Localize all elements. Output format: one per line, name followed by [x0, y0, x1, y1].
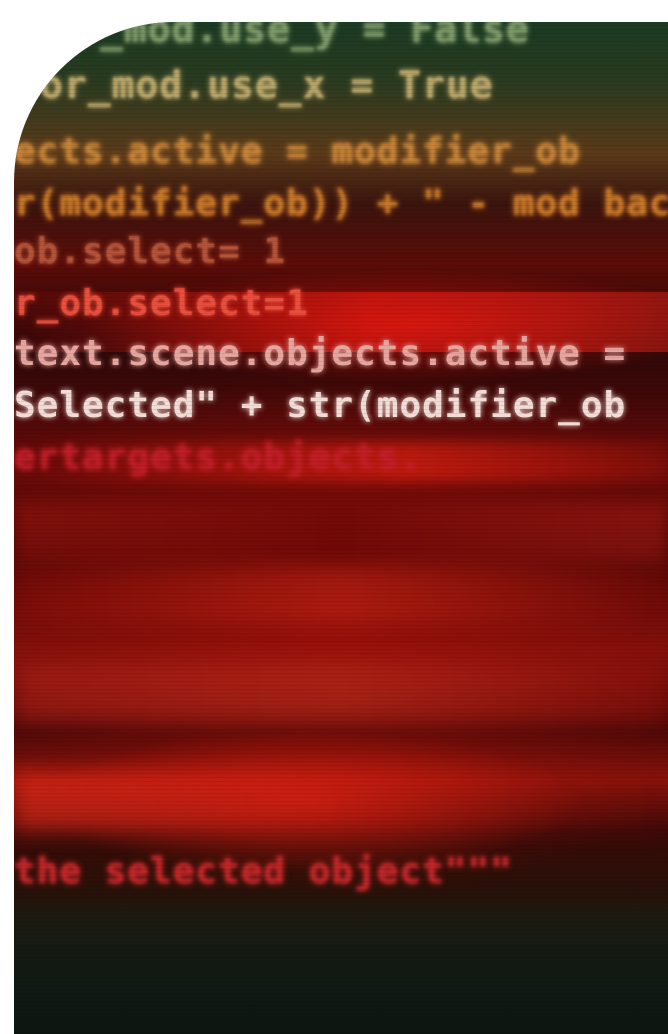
code-line-5: ob.select= 1	[14, 231, 287, 272]
code-line-4: r(modifier_ob)) + " - mod bac	[14, 183, 668, 224]
dark-green-bottom-band	[14, 902, 668, 1034]
code-line-3: ects.active = modifier_ob	[14, 131, 581, 172]
code-line-10: the selected object"""	[14, 851, 513, 892]
code-line-1: _mod.use_y = False	[100, 22, 530, 51]
code-screen-photo: _mod.use_y = False or_mod.use_x = True e…	[14, 22, 668, 1034]
code-line-2: or_mod.use_x = True	[40, 63, 494, 107]
blurred-row-band-3	[14, 662, 668, 722]
blurred-row-band-4	[14, 772, 668, 832]
code-line-8: Selected" + str(modifier_ob	[14, 385, 627, 426]
code-line-9: ertargets.objects.	[14, 437, 445, 478]
blurred-row-band-1	[14, 502, 668, 562]
blurred-row-band-2	[14, 567, 668, 622]
code-line-6: r_ob.select=1	[14, 283, 309, 324]
code-line-7: text.scene.objects.active =	[14, 333, 627, 374]
